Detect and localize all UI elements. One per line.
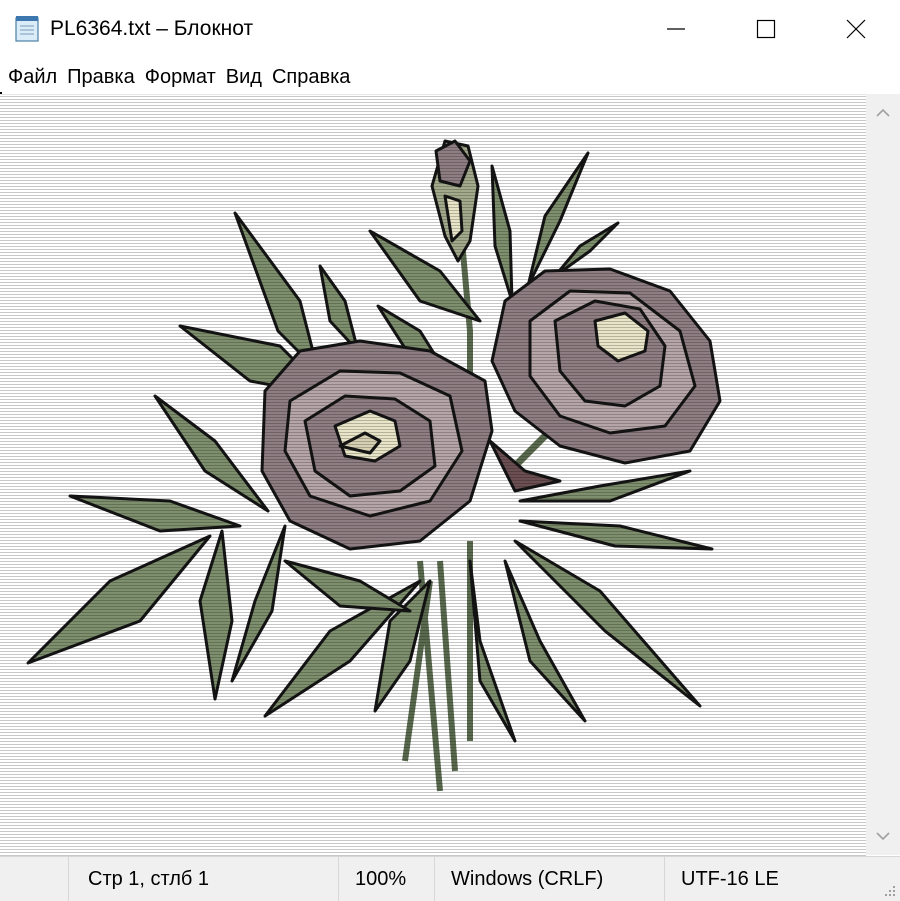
- close-icon: [846, 19, 866, 39]
- status-bar: Стр 1, стлб 1 100% Windows (CRLF) UTF-16…: [0, 856, 900, 901]
- close-button[interactable]: [810, 0, 900, 58]
- menu-view[interactable]: Вид: [218, 64, 262, 90]
- scroll-down-icon[interactable]: [874, 827, 892, 845]
- scroll-up-icon[interactable]: [874, 104, 892, 122]
- vertical-scrollbar[interactable]: [866, 94, 900, 855]
- status-zoom: 100%: [355, 867, 407, 890]
- status-separator: [664, 857, 665, 901]
- flower-illustration: [0, 95, 866, 856]
- status-separator: [338, 857, 339, 901]
- maximize-icon: [756, 19, 776, 39]
- menu-edit[interactable]: Правка: [59, 64, 135, 90]
- maximize-button[interactable]: [720, 0, 812, 58]
- menu-help[interactable]: Справка: [264, 64, 350, 90]
- minimize-button[interactable]: [630, 0, 722, 58]
- status-separator: [434, 857, 435, 901]
- status-separator: [68, 857, 69, 901]
- text-editor-area[interactable]: [0, 94, 866, 856]
- notepad-icon: [15, 16, 39, 42]
- status-encoding: UTF-16 LE: [681, 867, 779, 890]
- menu-format[interactable]: Формат: [137, 64, 216, 90]
- menu-bar: Файл Правка Формат Вид Справка: [0, 60, 900, 94]
- title-bar: PL6364.txt – Блокнот: [0, 0, 900, 58]
- status-cursor-position: Стр 1, стлб 1: [88, 867, 210, 890]
- resize-grip-icon[interactable]: [882, 883, 896, 897]
- window-title: PL6364.txt – Блокнот: [50, 17, 254, 40]
- status-line-endings: Windows (CRLF): [451, 867, 604, 890]
- minimize-icon: [667, 28, 685, 30]
- menu-file[interactable]: Файл: [0, 64, 57, 90]
